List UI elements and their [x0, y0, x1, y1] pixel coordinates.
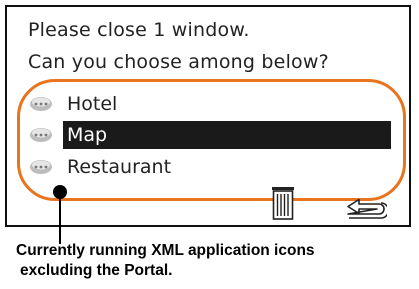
app-icon — [30, 97, 52, 111]
callout-dot — [53, 185, 67, 199]
prompt-text-line-1: Please close 1 window. — [28, 19, 250, 41]
callout-line — [59, 198, 61, 244]
return-arrow-icon[interactable] — [345, 198, 387, 222]
annotation-caption: Currently running XML application icons … — [16, 241, 416, 281]
caption-line-2: excluding the Portal. — [20, 262, 173, 279]
caption-line-1: Currently running XML application icons — [16, 242, 315, 259]
app-icon — [30, 160, 52, 174]
option-map[interactable]: Map — [29, 121, 391, 149]
option-label: Map — [63, 121, 391, 149]
option-label: Hotel — [67, 93, 118, 115]
option-hotel[interactable]: Hotel — [29, 90, 391, 118]
prompt-text-line-2: Can you choose among below? — [28, 51, 329, 73]
option-label: Restaurant — [67, 156, 172, 178]
option-restaurant[interactable]: Restaurant — [29, 153, 391, 181]
trash-icon[interactable] — [270, 186, 296, 220]
app-icon — [30, 128, 52, 142]
